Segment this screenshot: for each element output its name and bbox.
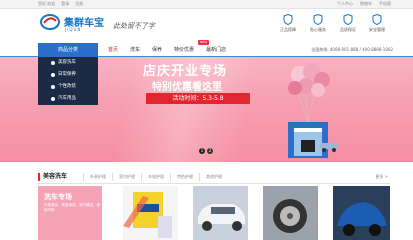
promo-text: 外表清洁、底盘清洗、室内清洁、精致内饰	[44, 203, 100, 212]
sidebar-item-wash[interactable]: 美容洗车	[38, 57, 98, 69]
shield-icon	[313, 14, 323, 25]
product-thumb[interactable]	[333, 186, 390, 240]
feature-genuine: 正品保障	[271, 14, 305, 33]
shield-icon	[372, 14, 382, 25]
product-image	[333, 186, 390, 240]
welcome-text: 您好,欢迎	[38, 1, 56, 6]
section-marker	[38, 173, 40, 181]
tab-special[interactable]: 特色护理	[170, 173, 199, 181]
feature-service: 贴心服务	[301, 14, 335, 33]
promo-title: 洗车专场	[44, 193, 72, 201]
nav-specials[interactable]: 特价优惠	[168, 43, 200, 57]
feature-label: 正品保障	[280, 27, 296, 32]
feature-label: 安全管理	[369, 27, 385, 32]
sidebar-item-maintenance[interactable]: 日常保养	[38, 69, 98, 81]
brand-subtitle: JIQUN	[65, 27, 82, 32]
carousel-dot[interactable]: 1	[199, 148, 205, 154]
car-icon	[320, 143, 338, 152]
product-image	[123, 192, 172, 238]
feature-label: 贴心服务	[310, 27, 326, 32]
product-image	[263, 186, 318, 240]
shield-icon	[283, 14, 293, 25]
new-badge: NEW	[198, 40, 210, 45]
section-tabs: 外表护理 室内护理 车轮护理 特色护理 其他护理	[83, 173, 228, 181]
tab-other[interactable]: 其他护理	[199, 173, 228, 181]
logo-icon[interactable]	[40, 13, 60, 31]
tab-exterior[interactable]: 外表护理	[83, 173, 112, 181]
shield-icon	[343, 14, 353, 25]
product-image	[193, 186, 248, 240]
nav-items: 首页 洗车 保养 特价优惠 最新门店	[102, 43, 232, 57]
banner-time: 活动时间：5.3-5.8	[146, 93, 250, 104]
hotline-text: 全国热线: 4008-001-888 / 400-8888-1002	[311, 47, 393, 52]
tab-interior[interactable]: 室内护理	[112, 173, 141, 181]
login-link[interactable]: 登录	[61, 1, 69, 7]
category-header[interactable]: 商品分类	[38, 43, 98, 57]
sidebar-item-modification[interactable]: 个性改装	[38, 81, 98, 93]
product-thumb[interactable]	[193, 186, 248, 240]
nav-home[interactable]: 首页	[102, 43, 124, 57]
category-sidebar: 美容洗车 日常保养 个性改装 汽车用品	[38, 57, 98, 105]
tab-wheels[interactable]: 车轮护理	[141, 173, 170, 181]
carousel-dot[interactable]: 2	[207, 148, 213, 154]
nav-wash[interactable]: 洗车	[124, 43, 146, 57]
carousel-dots: 1 2	[199, 148, 213, 154]
more-link[interactable]: 更多 >	[375, 174, 388, 180]
mobile-link[interactable]: 手机版	[379, 1, 391, 7]
top-bar: 您好,欢迎 登录 注册 个人中心 购物车 手机版	[0, 0, 413, 9]
sidebar-item-supplies[interactable]: 汽车用品	[38, 93, 98, 105]
user-center-link[interactable]: 个人中心	[337, 1, 353, 7]
product-thumb[interactable]	[123, 186, 178, 240]
nav-maintenance[interactable]: 保养	[146, 43, 168, 57]
register-link[interactable]: 注册	[75, 1, 83, 7]
cart-link[interactable]: 购物车	[360, 1, 372, 7]
slogan: 此处留不了字	[113, 22, 155, 30]
banner-subtitle: 特别优惠看这里	[152, 82, 222, 93]
section-title: 美容洗车	[43, 173, 68, 180]
banner-title: 店庆开业专场	[143, 64, 228, 79]
nav-stores[interactable]: 最新门店	[200, 43, 232, 57]
feature-security: 安全管理	[360, 14, 394, 33]
product-thumb[interactable]	[263, 186, 318, 240]
